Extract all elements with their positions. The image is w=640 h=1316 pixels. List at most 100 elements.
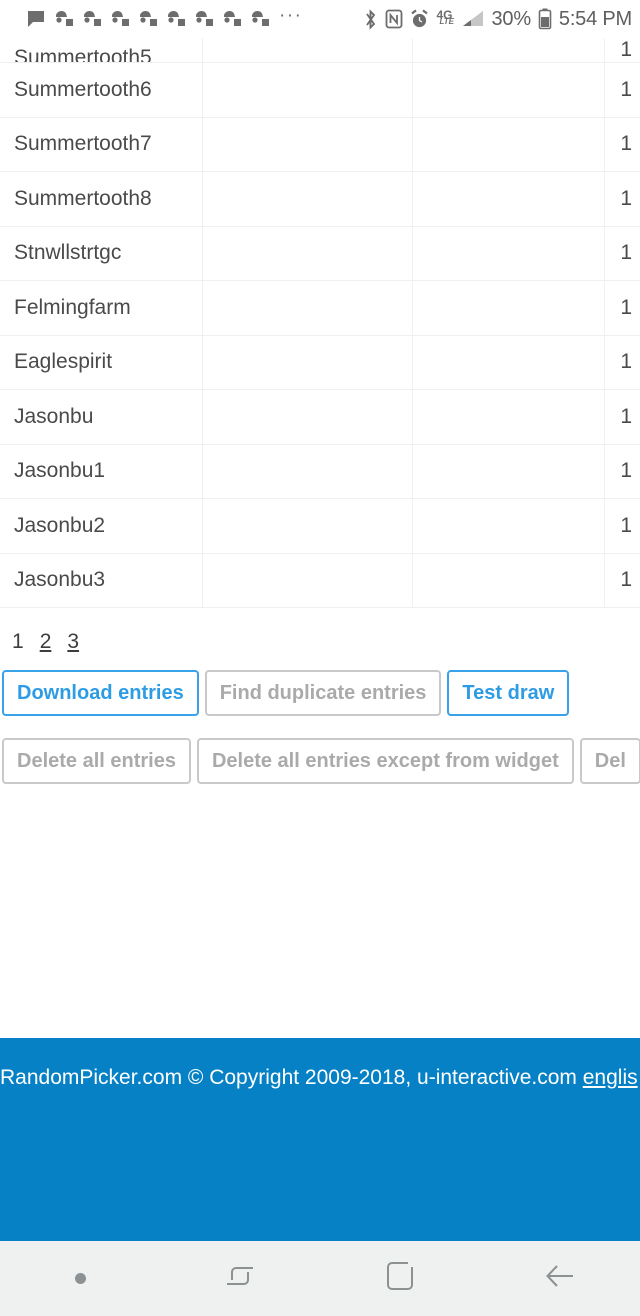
table-row[interactable]: Summertooth8 1 [0,171,640,227]
table-row[interactable]: Eaglespirit 1 [0,335,640,390]
entry-col2-cell [202,498,413,554]
entry-col3-cell [412,62,605,118]
android-navigation-bar [0,1241,640,1316]
recents-button[interactable] [160,1241,320,1316]
entry-col3-cell [412,498,605,554]
phone-screen: ··· 4G LTE 30% 5:54 PM Summertooth5 1 Su… [0,0,640,1316]
footer-language-link[interactable]: englis [583,1066,638,1089]
entries-table: Summertooth5 1 Summertooth6 1 Summertoot… [0,38,640,608]
back-button[interactable] [480,1241,640,1316]
entry-col2-cell [202,38,413,63]
recents-icon [223,1259,257,1298]
entry-col3-cell [412,117,605,172]
entry-name-cell: Jasonbu2 [0,498,203,554]
table-row[interactable]: Summertooth5 1 [0,38,640,63]
entry-count-cell: 1 [604,444,640,499]
alarm-icon [410,9,429,29]
nav-dot-icon [74,1273,86,1284]
delete-all-entries-except-widget-button[interactable]: Delete all entries except from widget [196,738,574,784]
download-entries-button[interactable]: Download entries [2,670,199,716]
entry-col2-cell [202,62,413,118]
app-notification-icon [111,10,130,28]
table-row[interactable]: Summertooth6 1 [0,62,640,118]
network-type-icon: 4G LTE [436,8,454,26]
entry-name-cell: Summertooth8 [0,171,203,227]
table-row[interactable]: Jasonbu3 1 [0,553,640,608]
entry-name-cell: Felmingfarm [0,280,203,336]
entry-col2-cell [202,444,413,499]
footer-text: RandomPicker.com © Copyright 2009-2018, … [0,1066,640,1090]
entry-col3-cell [412,335,605,390]
delete-entries-truncated-button[interactable]: Del [579,738,640,784]
entry-col2-cell [202,117,413,172]
entry-count-cell: 1 [604,280,640,336]
entry-count-cell: 1 [604,335,640,390]
entry-col2-cell [202,171,413,227]
primary-action-row: Download entries Find duplicate entries … [0,664,640,716]
entry-name-cell: Summertooth6 [0,62,203,118]
table-row[interactable]: Jasonbu 1 [0,389,640,445]
entry-col3-cell [412,553,605,608]
entry-count-cell: 1 [604,117,640,172]
page-content: Summertooth5 1 Summertooth6 1 Summertoot… [0,38,640,1038]
app-notification-icon [195,10,214,28]
find-duplicate-entries-button[interactable]: Find duplicate entries [204,670,442,716]
app-notification-icon [251,10,270,28]
battery-icon [538,8,552,30]
app-notification-icon [167,10,186,28]
home-icon [384,1259,416,1298]
status-bar-notifications: ··· [26,5,303,29]
entry-name-cell: Stnwllstrtgc [0,226,203,281]
entry-count-cell: 1 [604,553,640,608]
table-row[interactable]: Felmingfarm 1 [0,280,640,336]
entry-name-cell: Eaglespirit [0,335,203,390]
back-arrow-icon [542,1259,578,1298]
entry-col2-cell [202,335,413,390]
entry-name-cell: Jasonbu3 [0,553,203,608]
nav-dot-button[interactable] [0,1241,160,1316]
message-bubble-icon [26,9,46,29]
home-button[interactable] [320,1241,480,1316]
entry-col3-cell [412,38,605,63]
entry-name-cell: Summertooth5 [0,38,203,63]
app-notification-icon [139,10,158,28]
app-notification-icon [223,10,242,28]
pagination-page-3[interactable]: 3 [67,630,79,653]
delete-all-entries-button[interactable]: Delete all entries [2,738,191,784]
entry-count-cell: 1 [604,498,640,554]
delete-action-row: Delete all entries Delete all entries ex… [0,716,640,784]
entry-count-cell: 1 [604,62,640,118]
entry-count-cell: 1 [604,38,640,63]
entries-table-body: Summertooth5 1 Summertooth6 1 Summertoot… [0,38,640,608]
pagination-page-2[interactable]: 2 [40,630,52,653]
pagination-current-page: 1 [12,630,24,653]
signal-bars-icon [462,9,484,29]
test-draw-button[interactable]: Test draw [447,670,570,716]
entry-col2-cell [202,280,413,336]
entry-name-cell: Jasonbu1 [0,444,203,499]
notification-overflow-icon: ··· [279,5,303,26]
entry-name-cell: Summertooth7 [0,117,203,172]
entry-col3-cell [412,171,605,227]
app-notification-icon [83,10,102,28]
status-bar: ··· 4G LTE 30% 5:54 PM [0,0,640,38]
entry-count-cell: 1 [604,226,640,281]
entry-count-cell: 1 [604,389,640,445]
entry-col3-cell [412,226,605,281]
entry-col2-cell [202,389,413,445]
status-bar-indicators: 4G LTE 30% 5:54 PM [363,8,632,31]
entry-count-cell: 1 [604,171,640,227]
battery-percent-label: 30% [491,7,531,30]
entry-name-cell: Jasonbu [0,389,203,445]
clock-label: 5:54 PM [558,7,632,30]
table-row[interactable]: Jasonbu2 1 [0,498,640,554]
entry-col3-cell [412,389,605,445]
entry-col2-cell [202,226,413,281]
app-notification-icon [55,10,74,28]
bluetooth-icon [363,8,378,30]
table-row[interactable]: Summertooth7 1 [0,117,640,172]
entry-col3-cell [412,280,605,336]
table-row[interactable]: Stnwllstrtgc 1 [0,226,640,281]
table-row[interactable]: Jasonbu1 1 [0,444,640,499]
site-footer: RandomPicker.com © Copyright 2009-2018, … [0,1038,640,1241]
